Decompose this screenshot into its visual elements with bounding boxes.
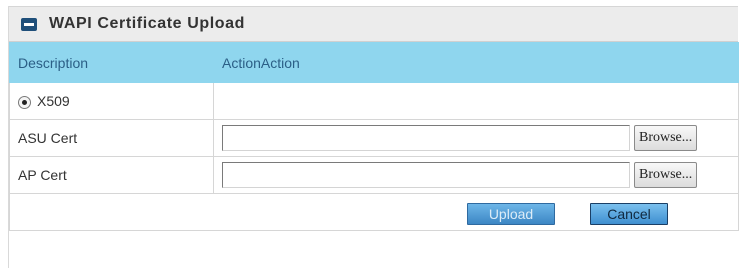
asu-cert-file-input[interactable] [222, 125, 630, 151]
button-row: Upload Cancel [9, 193, 739, 231]
table-row: X509 [9, 82, 739, 120]
asu-cert-label: ASU Cert [9, 119, 214, 157]
upload-button[interactable]: Upload [467, 203, 555, 225]
radio-cell: X509 [9, 82, 214, 120]
wapi-certificate-panel: WAPI Certificate Upload Description Acti… [8, 6, 739, 268]
ap-cert-browse-button[interactable]: Browse... [634, 162, 698, 188]
ap-cert-action-cell: Browse... [213, 156, 739, 194]
table-row: ASU Cert Browse... [9, 119, 739, 157]
header-action: ActionAction [213, 42, 739, 83]
table-row: AP Cert Browse... [9, 156, 739, 194]
panel-title: WAPI Certificate Upload [49, 15, 246, 32]
panel-titlebar: WAPI Certificate Upload [9, 6, 738, 42]
certificate-table: Description ActionAction X509 ASU Cert B… [9, 42, 739, 231]
ap-cert-file-input[interactable] [222, 162, 630, 188]
panel-minimize-icon[interactable] [21, 17, 37, 31]
empty-cell [213, 82, 739, 120]
header-description: Description [9, 42, 214, 83]
table-header-row: Description ActionAction [9, 42, 739, 83]
x509-radio[interactable] [18, 95, 31, 109]
cancel-button[interactable]: Cancel [590, 203, 668, 225]
asu-cert-browse-button[interactable]: Browse... [634, 125, 698, 151]
button-area: Upload Cancel [9, 193, 739, 231]
x509-radio-label: X509 [37, 93, 70, 109]
ap-cert-label: AP Cert [9, 156, 214, 194]
asu-cert-action-cell: Browse... [213, 119, 739, 157]
